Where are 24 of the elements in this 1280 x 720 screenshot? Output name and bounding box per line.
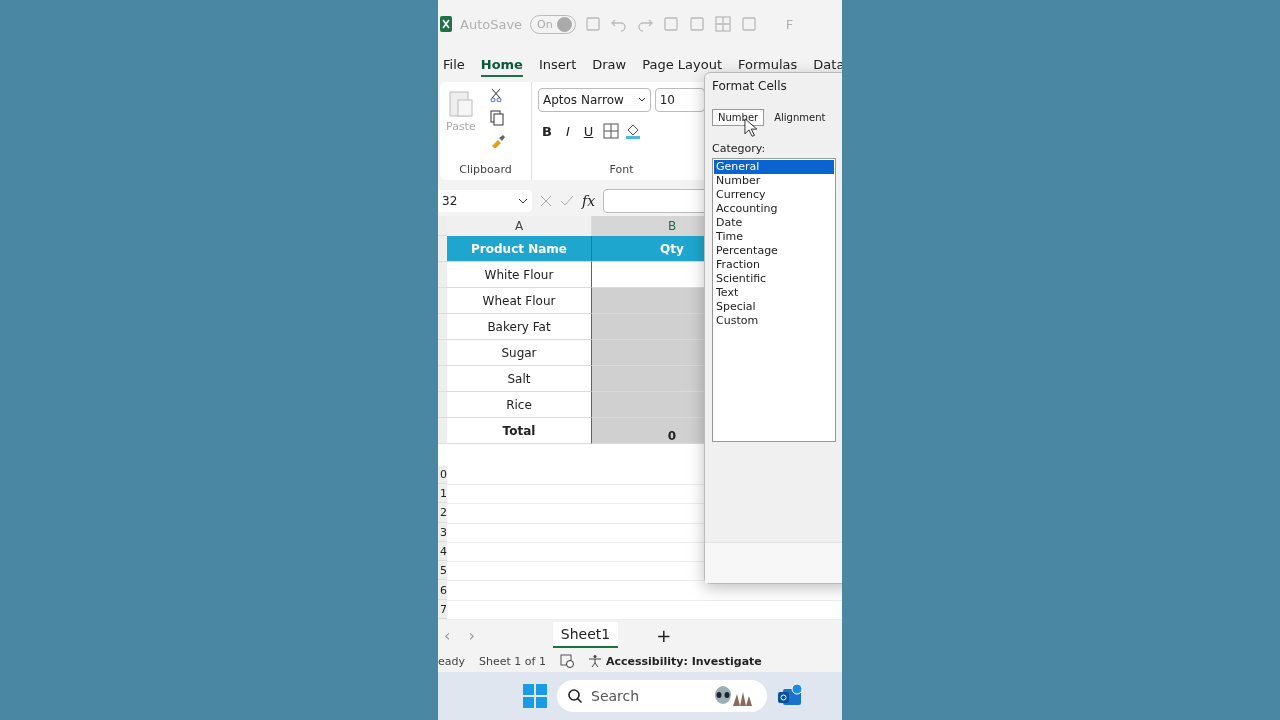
header-cell: Product Name: [447, 236, 592, 262]
window-title: F: [785, 16, 794, 32]
row-number: 4: [438, 542, 447, 562]
group-label: Font: [608, 163, 635, 176]
row-number: 3: [438, 523, 447, 542]
status-text: Sheet 1 of 1: [479, 654, 546, 668]
row-number: 7: [438, 600, 447, 619]
category-label: Category:: [712, 142, 767, 155]
row-number: 1: [438, 485, 447, 504]
dialog-title: Format Cells: [712, 79, 788, 93]
group-label: Clipboard: [458, 163, 513, 176]
table-cell: Total: [447, 418, 592, 444]
row-number: 5: [438, 562, 447, 581]
table-cell: Sugar: [447, 340, 592, 366]
status-text: eady: [438, 654, 465, 668]
table-cell: Rice: [447, 392, 592, 418]
table-cell: Wheat Flour: [447, 288, 592, 314]
row-number: 0: [438, 465, 447, 484]
autosave-label: AutoSave: [460, 16, 523, 32]
table-cell: Bakery Fat: [447, 314, 592, 340]
table-cell: White Flour: [447, 262, 592, 288]
row-number: 6: [438, 581, 447, 600]
row-number: 2: [438, 504, 447, 523]
table-cell: Salt: [447, 366, 592, 392]
